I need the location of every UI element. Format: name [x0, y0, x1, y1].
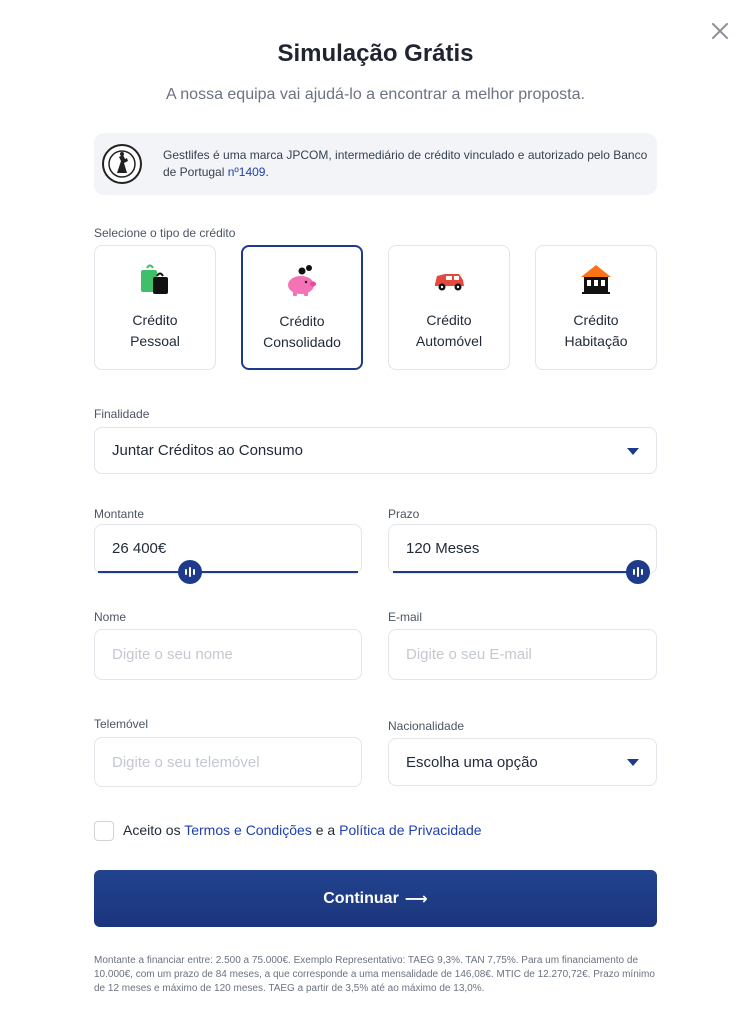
- terms-text: Aceito os Termos e Condições e a Polític…: [123, 822, 482, 838]
- prazo-input[interactable]: 120 Meses: [388, 524, 657, 574]
- credit-option-consolidado-line2: Consolidado: [263, 334, 341, 350]
- continuar-button[interactable]: Continuar ⟶: [94, 870, 657, 927]
- email-label: E-mail: [388, 610, 423, 624]
- continuar-label: Continuar: [323, 889, 399, 907]
- montante-value: 26 400€: [112, 539, 167, 557]
- telemovel-label: Telemóvel: [94, 717, 149, 731]
- arrow-right-icon: ⟶: [404, 890, 428, 908]
- terms-prefix: Aceito os: [123, 822, 185, 838]
- credit-option-automovel-line2: Automóvel: [415, 333, 483, 349]
- credit-option-habitacao[interactable]: Crédito Habitação: [535, 245, 657, 370]
- credit-option-automovel-line1: Crédito: [426, 312, 472, 328]
- finalidade-value: Juntar Créditos ao Consumo: [112, 442, 303, 459]
- house-icon: [578, 262, 614, 298]
- notice-text: Gestlifes é uma marca JPCOM, intermediár…: [163, 147, 657, 181]
- chevron-down-icon: [627, 759, 639, 766]
- credit-option-pessoal[interactable]: Crédito Pessoal: [94, 245, 216, 370]
- notice-text-end: .: [265, 165, 269, 179]
- chevron-down-icon: [627, 447, 639, 455]
- terms-middle: e a: [311, 822, 340, 838]
- prazo-slider-track[interactable]: [393, 571, 633, 573]
- credit-option-habitacao-line2: Habitação: [564, 333, 628, 349]
- credit-option-consolidado[interactable]: Crédito Consolidado: [241, 245, 363, 370]
- montante-label: Montante: [94, 507, 145, 521]
- jpcom-logo-icon: [102, 144, 142, 184]
- shopping-bags-icon: [137, 262, 173, 298]
- telemovel-field[interactable]: Digite o seu telemóvel: [94, 737, 362, 787]
- credit-option-pessoal-line2: Pessoal: [130, 333, 180, 349]
- montante-slider-thumb[interactable]: [178, 560, 202, 584]
- nacionalidade-select[interactable]: Escolha uma opção: [388, 738, 657, 786]
- prazo-value: 120 Meses: [406, 539, 480, 557]
- nome-label: Nome: [94, 610, 127, 624]
- prazo-slider-thumb[interactable]: [626, 560, 650, 584]
- nacionalidade-label: Nacionalidade: [388, 719, 465, 733]
- banco-portugal-registry-link[interactable]: nº1409: [228, 165, 266, 179]
- nacionalidade-value: Escolha uma opção: [406, 753, 538, 771]
- credit-option-consolidado-line1: Crédito: [279, 313, 325, 329]
- montante-input[interactable]: 26 400€: [94, 524, 362, 574]
- car-icon: [431, 262, 467, 298]
- close-icon[interactable]: [709, 20, 731, 42]
- page-subtitle: A nossa equipa vai ajudá-lo a encontrar …: [166, 86, 585, 103]
- privacy-policy-link[interactable]: Política de Privacidade: [339, 822, 481, 838]
- representative-example-text: Montante a financiar entre: 2.500 a 75.0…: [94, 955, 655, 994]
- terms-conditions-link[interactable]: Termos e Condições: [184, 822, 312, 838]
- finalidade-label: Finalidade: [94, 407, 150, 421]
- page-title: Simulação Grátis: [277, 40, 474, 67]
- prazo-label: Prazo: [388, 507, 420, 521]
- credit-option-pessoal-line1: Crédito: [132, 312, 178, 328]
- intermediary-notice: Gestlifes é uma marca JPCOM, intermediár…: [94, 133, 657, 195]
- terms-checkbox[interactable]: [94, 821, 114, 841]
- email-field[interactable]: Digite o seu E-mail: [388, 629, 657, 680]
- montante-slider-track[interactable]: [98, 571, 358, 573]
- finalidade-select[interactable]: Juntar Créditos ao Consumo: [94, 427, 657, 474]
- piggy-bank-icon: [284, 263, 320, 299]
- credit-option-habitacao-line1: Crédito: [573, 312, 619, 328]
- email-placeholder: Digite o seu E-mail: [406, 646, 532, 663]
- telemovel-placeholder: Digite o seu telemóvel: [112, 753, 260, 771]
- nome-field[interactable]: Digite o seu nome: [94, 629, 362, 680]
- credit-type-label: Selecione o tipo de crédito: [94, 226, 236, 240]
- credit-option-automovel[interactable]: Crédito Automóvel: [388, 245, 510, 370]
- nome-placeholder: Digite o seu nome: [112, 646, 233, 663]
